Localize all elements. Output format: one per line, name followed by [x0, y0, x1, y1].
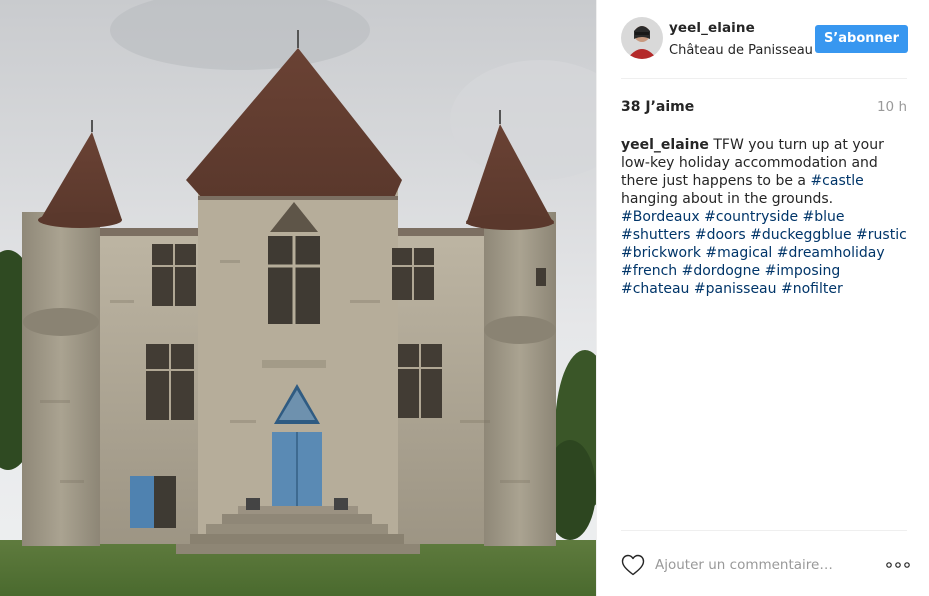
- post-timestamp[interactable]: 10 h: [877, 99, 907, 115]
- username-link[interactable]: yeel_elaine: [669, 20, 755, 36]
- hashtag-link[interactable]: #countryside: [704, 209, 798, 225]
- hashtag-link[interactable]: #nofilter: [781, 281, 843, 297]
- comment-input[interactable]: [655, 554, 870, 576]
- location-link[interactable]: Château de Panisseau: [669, 43, 813, 58]
- hashtag-link[interactable]: #castle: [810, 173, 863, 189]
- hashtag-link[interactable]: #dordogne: [682, 263, 761, 279]
- hashtag-link[interactable]: #brickwork: [621, 245, 701, 261]
- post-photo[interactable]: [0, 0, 596, 596]
- hashtag-link[interactable]: #imposing: [765, 263, 841, 279]
- hashtag-link[interactable]: #duckeggblue: [750, 227, 851, 243]
- hashtag-link[interactable]: #Bordeaux: [621, 209, 700, 225]
- post-side-panel: yeel_elaine Château de Panisseau S’abonn…: [596, 0, 929, 596]
- chateau-photo: [0, 0, 596, 596]
- hashtag-link[interactable]: #dreamholiday: [777, 245, 885, 261]
- likes-count[interactable]: 38 J’aime: [621, 99, 694, 115]
- hashtag-link[interactable]: #blue: [803, 209, 845, 225]
- heart-outline-icon[interactable]: [621, 554, 645, 576]
- follow-button[interactable]: S’abonner: [814, 25, 908, 53]
- hashtag-list: #Bordeaux #countryside #blue #shutters #…: [621, 209, 907, 297]
- divider: [621, 78, 907, 79]
- caption-text: hanging about in the grounds.: [621, 191, 834, 207]
- post-caption: yeel_elaine TFW you turn up at your low-…: [621, 136, 911, 298]
- avatar[interactable]: [621, 17, 663, 59]
- hashtag-link[interactable]: #magical: [705, 245, 772, 261]
- hashtag-link[interactable]: #doors: [695, 227, 746, 243]
- hashtag-link[interactable]: #rustic: [856, 227, 907, 243]
- hashtag-link[interactable]: #chateau: [621, 281, 689, 297]
- caption-username-link[interactable]: yeel_elaine: [621, 137, 709, 153]
- post-header: yeel_elaine Château de Panisseau S’abonn…: [621, 17, 910, 63]
- hashtag-link[interactable]: #shutters: [621, 227, 690, 243]
- instagram-post-view: yeel_elaine Château de Panisseau S’abonn…: [0, 0, 929, 596]
- hashtag-link[interactable]: #panisseau: [694, 281, 777, 297]
- comment-bar: [621, 552, 911, 578]
- more-options-icon[interactable]: [885, 555, 911, 575]
- avatar-image: [621, 17, 663, 59]
- hashtag-link[interactable]: #french: [621, 263, 677, 279]
- divider: [621, 530, 907, 531]
